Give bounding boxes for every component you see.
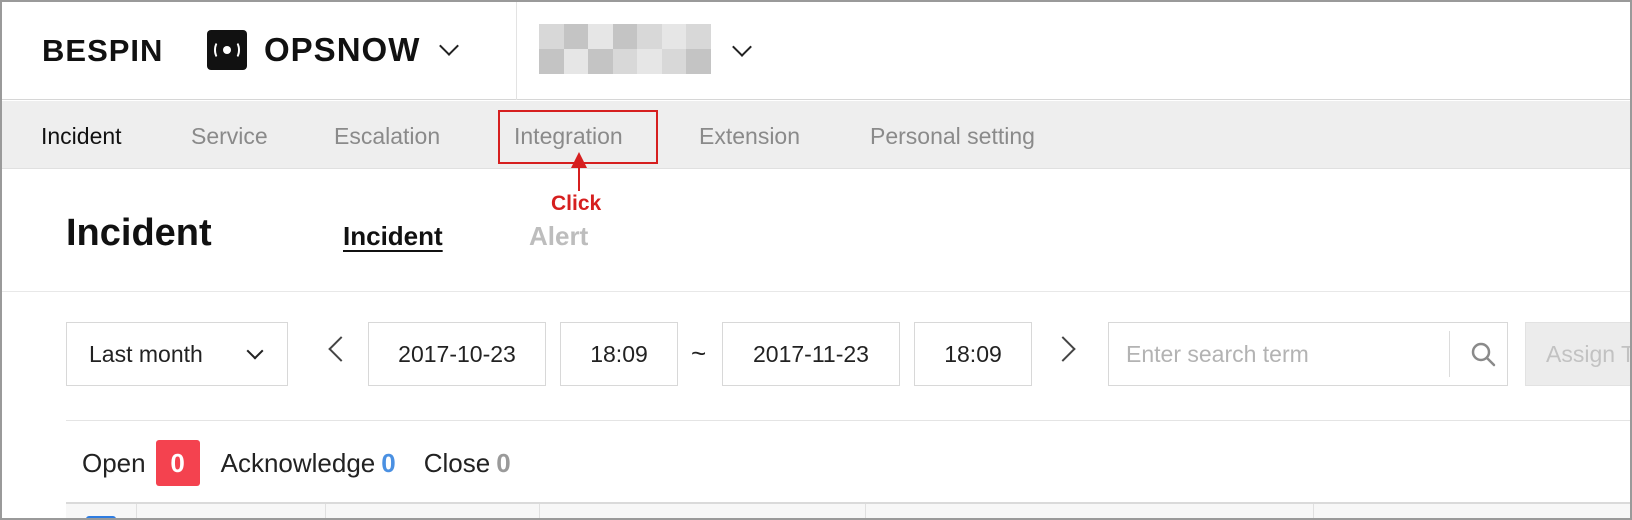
status-acknowledge-label[interactable]: Acknowledge	[221, 448, 376, 479]
assign-button[interactable]: Assign T	[1525, 322, 1630, 386]
status-summary: Open 0 Acknowledge 0 Close 0	[82, 440, 511, 486]
page-title: Incident	[66, 212, 212, 254]
account-name-redacted[interactable]	[539, 24, 711, 74]
end-date-value: 2017-11-23	[753, 340, 869, 367]
nav-item-escalation[interactable]: Escalation	[334, 123, 440, 150]
product-switcher[interactable]: OPSNOW	[207, 30, 460, 70]
status-close-count[interactable]: 0	[496, 448, 510, 479]
search-box	[1108, 322, 1508, 386]
search-icon[interactable]	[1469, 340, 1497, 368]
nav-item-incident[interactable]: Incident	[41, 123, 122, 150]
start-time-value: 18:09	[590, 340, 648, 367]
filter-divider-line	[66, 420, 1630, 421]
end-time-value: 18:09	[944, 340, 1002, 367]
app-window: BESPIN OPSNOW Incident Service Escalatio…	[0, 0, 1632, 520]
status-open-label[interactable]: Open	[82, 448, 146, 479]
incident-table-header	[66, 502, 1630, 518]
next-period-arrow-icon[interactable]	[1050, 336, 1076, 362]
chevron-down-icon	[439, 36, 460, 56]
brand-logo[interactable]: BESPIN	[42, 33, 163, 69]
status-open-count-badge[interactable]: 0	[155, 440, 200, 486]
search-input[interactable]	[1110, 324, 1450, 384]
product-name: OPSNOW	[264, 31, 421, 68]
nav-item-personal-setting[interactable]: Personal setting	[870, 123, 1035, 150]
broadcast-icon	[207, 30, 247, 70]
table-column-separator	[136, 504, 137, 518]
tab-incident[interactable]: Incident	[343, 221, 443, 252]
table-column-separator	[325, 504, 326, 518]
end-time-field[interactable]: 18:09	[914, 322, 1032, 386]
status-close-label[interactable]: Close	[424, 448, 490, 479]
previous-period-arrow-icon[interactable]	[328, 336, 354, 362]
start-date-value: 2017-10-23	[398, 340, 516, 367]
header-divider	[516, 2, 517, 100]
search-divider	[1449, 331, 1450, 377]
start-time-field[interactable]: 18:09	[560, 322, 678, 386]
start-date-field[interactable]: 2017-10-23	[368, 322, 546, 386]
nav-item-service[interactable]: Service	[191, 123, 268, 150]
table-column-separator	[865, 504, 866, 518]
main-nav: Incident Service Escalation Integration …	[2, 101, 1630, 169]
top-bar: BESPIN OPSNOW	[2, 2, 1630, 100]
select-all-checkbox[interactable]	[86, 516, 116, 518]
table-column-separator	[1313, 504, 1314, 518]
status-acknowledge-count[interactable]: 0	[381, 448, 395, 479]
nav-item-extension[interactable]: Extension	[699, 123, 800, 150]
account-dropdown-chevron-icon[interactable]	[732, 37, 752, 57]
click-annotation-label: Click	[551, 192, 602, 215]
date-range-separator: ~	[691, 338, 707, 368]
annotation-arrow-shaft	[578, 164, 580, 191]
end-date-field[interactable]: 2017-11-23	[722, 322, 900, 386]
period-select-value: Last month	[89, 340, 203, 367]
chevron-down-icon	[246, 342, 264, 360]
header-divider-line	[2, 291, 1630, 292]
table-column-separator	[539, 504, 540, 518]
period-select[interactable]: Last month	[66, 322, 288, 386]
tab-alert[interactable]: Alert	[529, 221, 588, 252]
